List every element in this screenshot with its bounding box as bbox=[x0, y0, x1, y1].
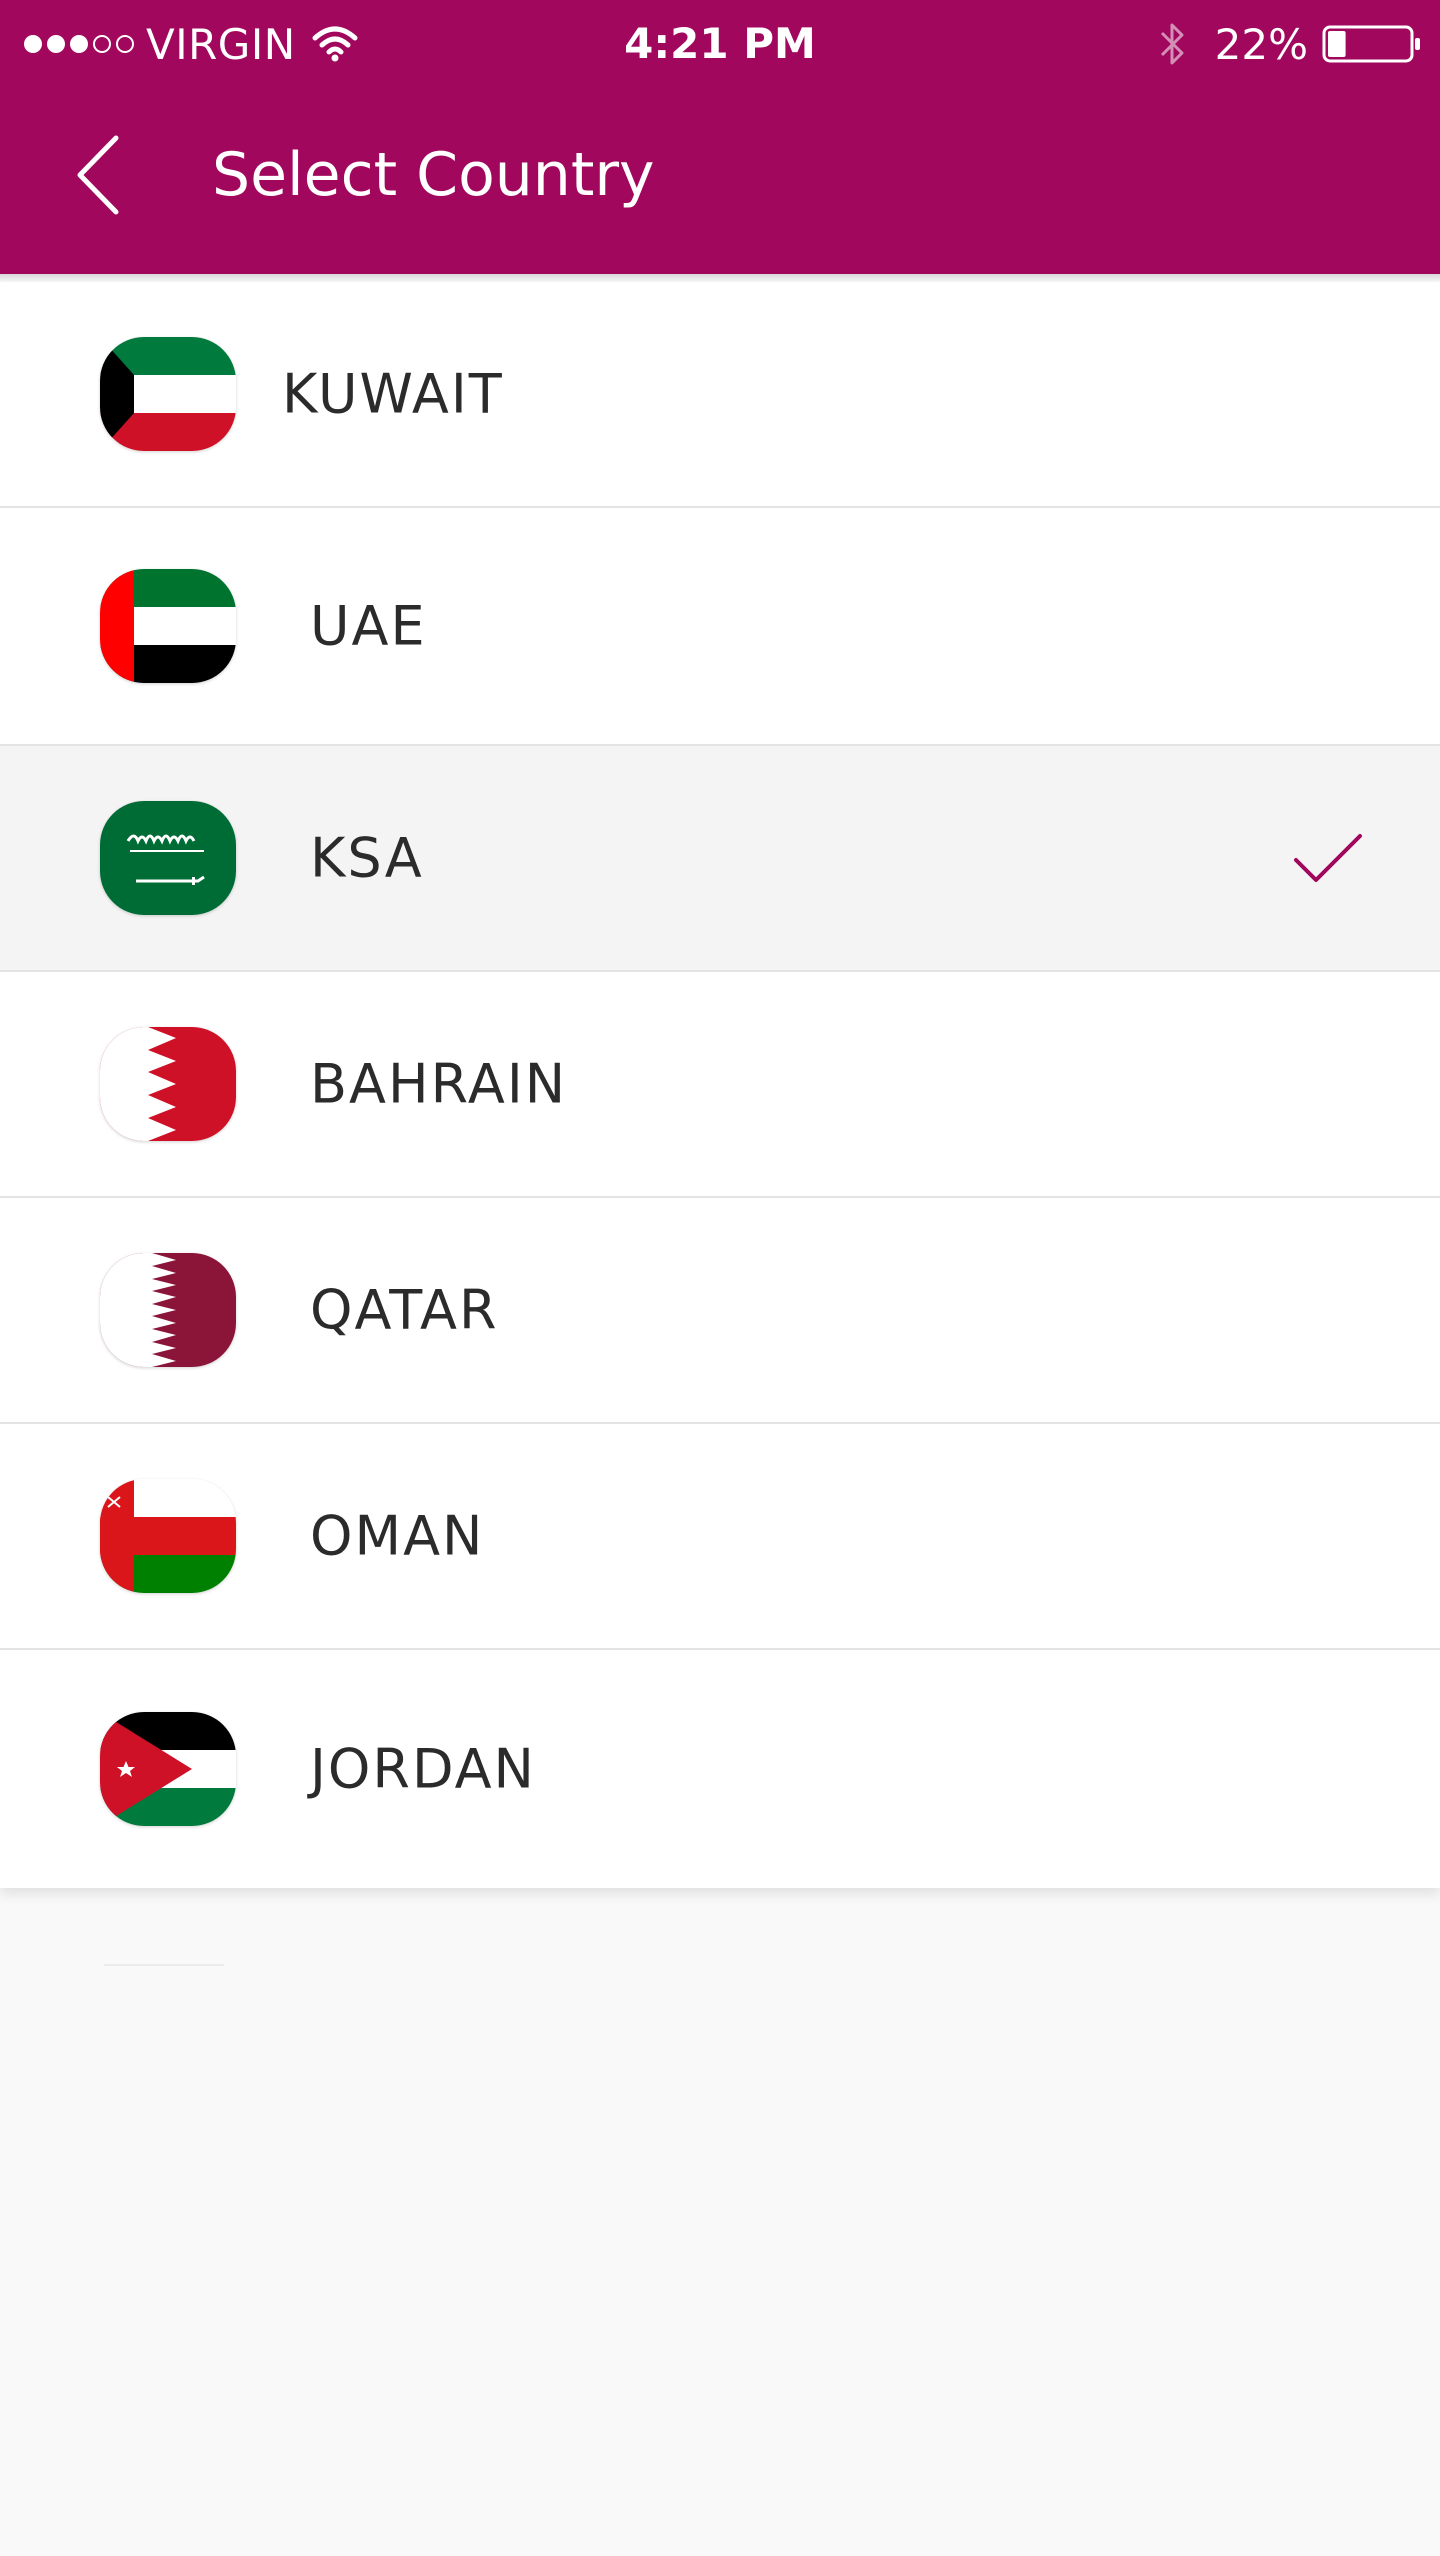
status-bar: VIRGIN 4:21 PM 22% bbox=[0, 0, 1440, 88]
ksa-flag-icon bbox=[100, 801, 236, 915]
battery-icon bbox=[1322, 25, 1420, 63]
checkmark-icon bbox=[1294, 834, 1362, 882]
bluetooth-icon bbox=[1160, 23, 1184, 65]
country-row-ksa[interactable]: KSA bbox=[0, 746, 1440, 972]
oman-flag-icon bbox=[100, 1479, 236, 1593]
country-row-oman[interactable]: OMAN bbox=[0, 1424, 1440, 1650]
country-row-jordan[interactable]: JORDAN bbox=[0, 1650, 1440, 1888]
kuwait-flag-icon bbox=[100, 337, 236, 451]
page-title: Select Country bbox=[212, 140, 655, 210]
qatar-flag-icon bbox=[100, 1253, 236, 1367]
header: VIRGIN 4:21 PM 22% Select Country bbox=[0, 0, 1440, 274]
nav-bar: Select Country bbox=[0, 100, 1440, 250]
country-name: QATAR bbox=[310, 1278, 499, 1342]
header-shadow bbox=[0, 274, 1440, 282]
country-name: BAHRAIN bbox=[310, 1052, 568, 1116]
back-button[interactable] bbox=[60, 132, 140, 218]
app-screen: VIRGIN 4:21 PM 22% Select Country KUWAIT… bbox=[0, 0, 1440, 2556]
bahrain-flag-icon bbox=[100, 1027, 236, 1141]
country-name: KSA bbox=[310, 826, 424, 890]
country-row-bahrain[interactable]: BAHRAIN bbox=[0, 972, 1440, 1198]
country-name: OMAN bbox=[310, 1504, 485, 1568]
country-name: KUWAIT bbox=[282, 362, 504, 426]
battery-percentage: 22% bbox=[1214, 19, 1308, 69]
country-name: JORDAN bbox=[310, 1737, 536, 1801]
country-name: UAE bbox=[310, 594, 427, 658]
status-right: 22% bbox=[1157, 17, 1422, 71]
country-row-kuwait[interactable]: KUWAIT bbox=[0, 282, 1440, 508]
battery-level-fill bbox=[1328, 31, 1346, 57]
country-row-uae[interactable]: UAE bbox=[0, 508, 1440, 746]
country-row-qatar[interactable]: QATAR bbox=[0, 1198, 1440, 1424]
jordan-flag-icon bbox=[100, 1712, 236, 1826]
country-list: KUWAIT UAE KSA BAHRAIN QATAR OMAN JORDAN bbox=[0, 282, 1440, 1888]
uae-flag-icon bbox=[100, 569, 236, 683]
chevron-left-icon bbox=[77, 135, 119, 215]
divider bbox=[104, 1964, 224, 1966]
